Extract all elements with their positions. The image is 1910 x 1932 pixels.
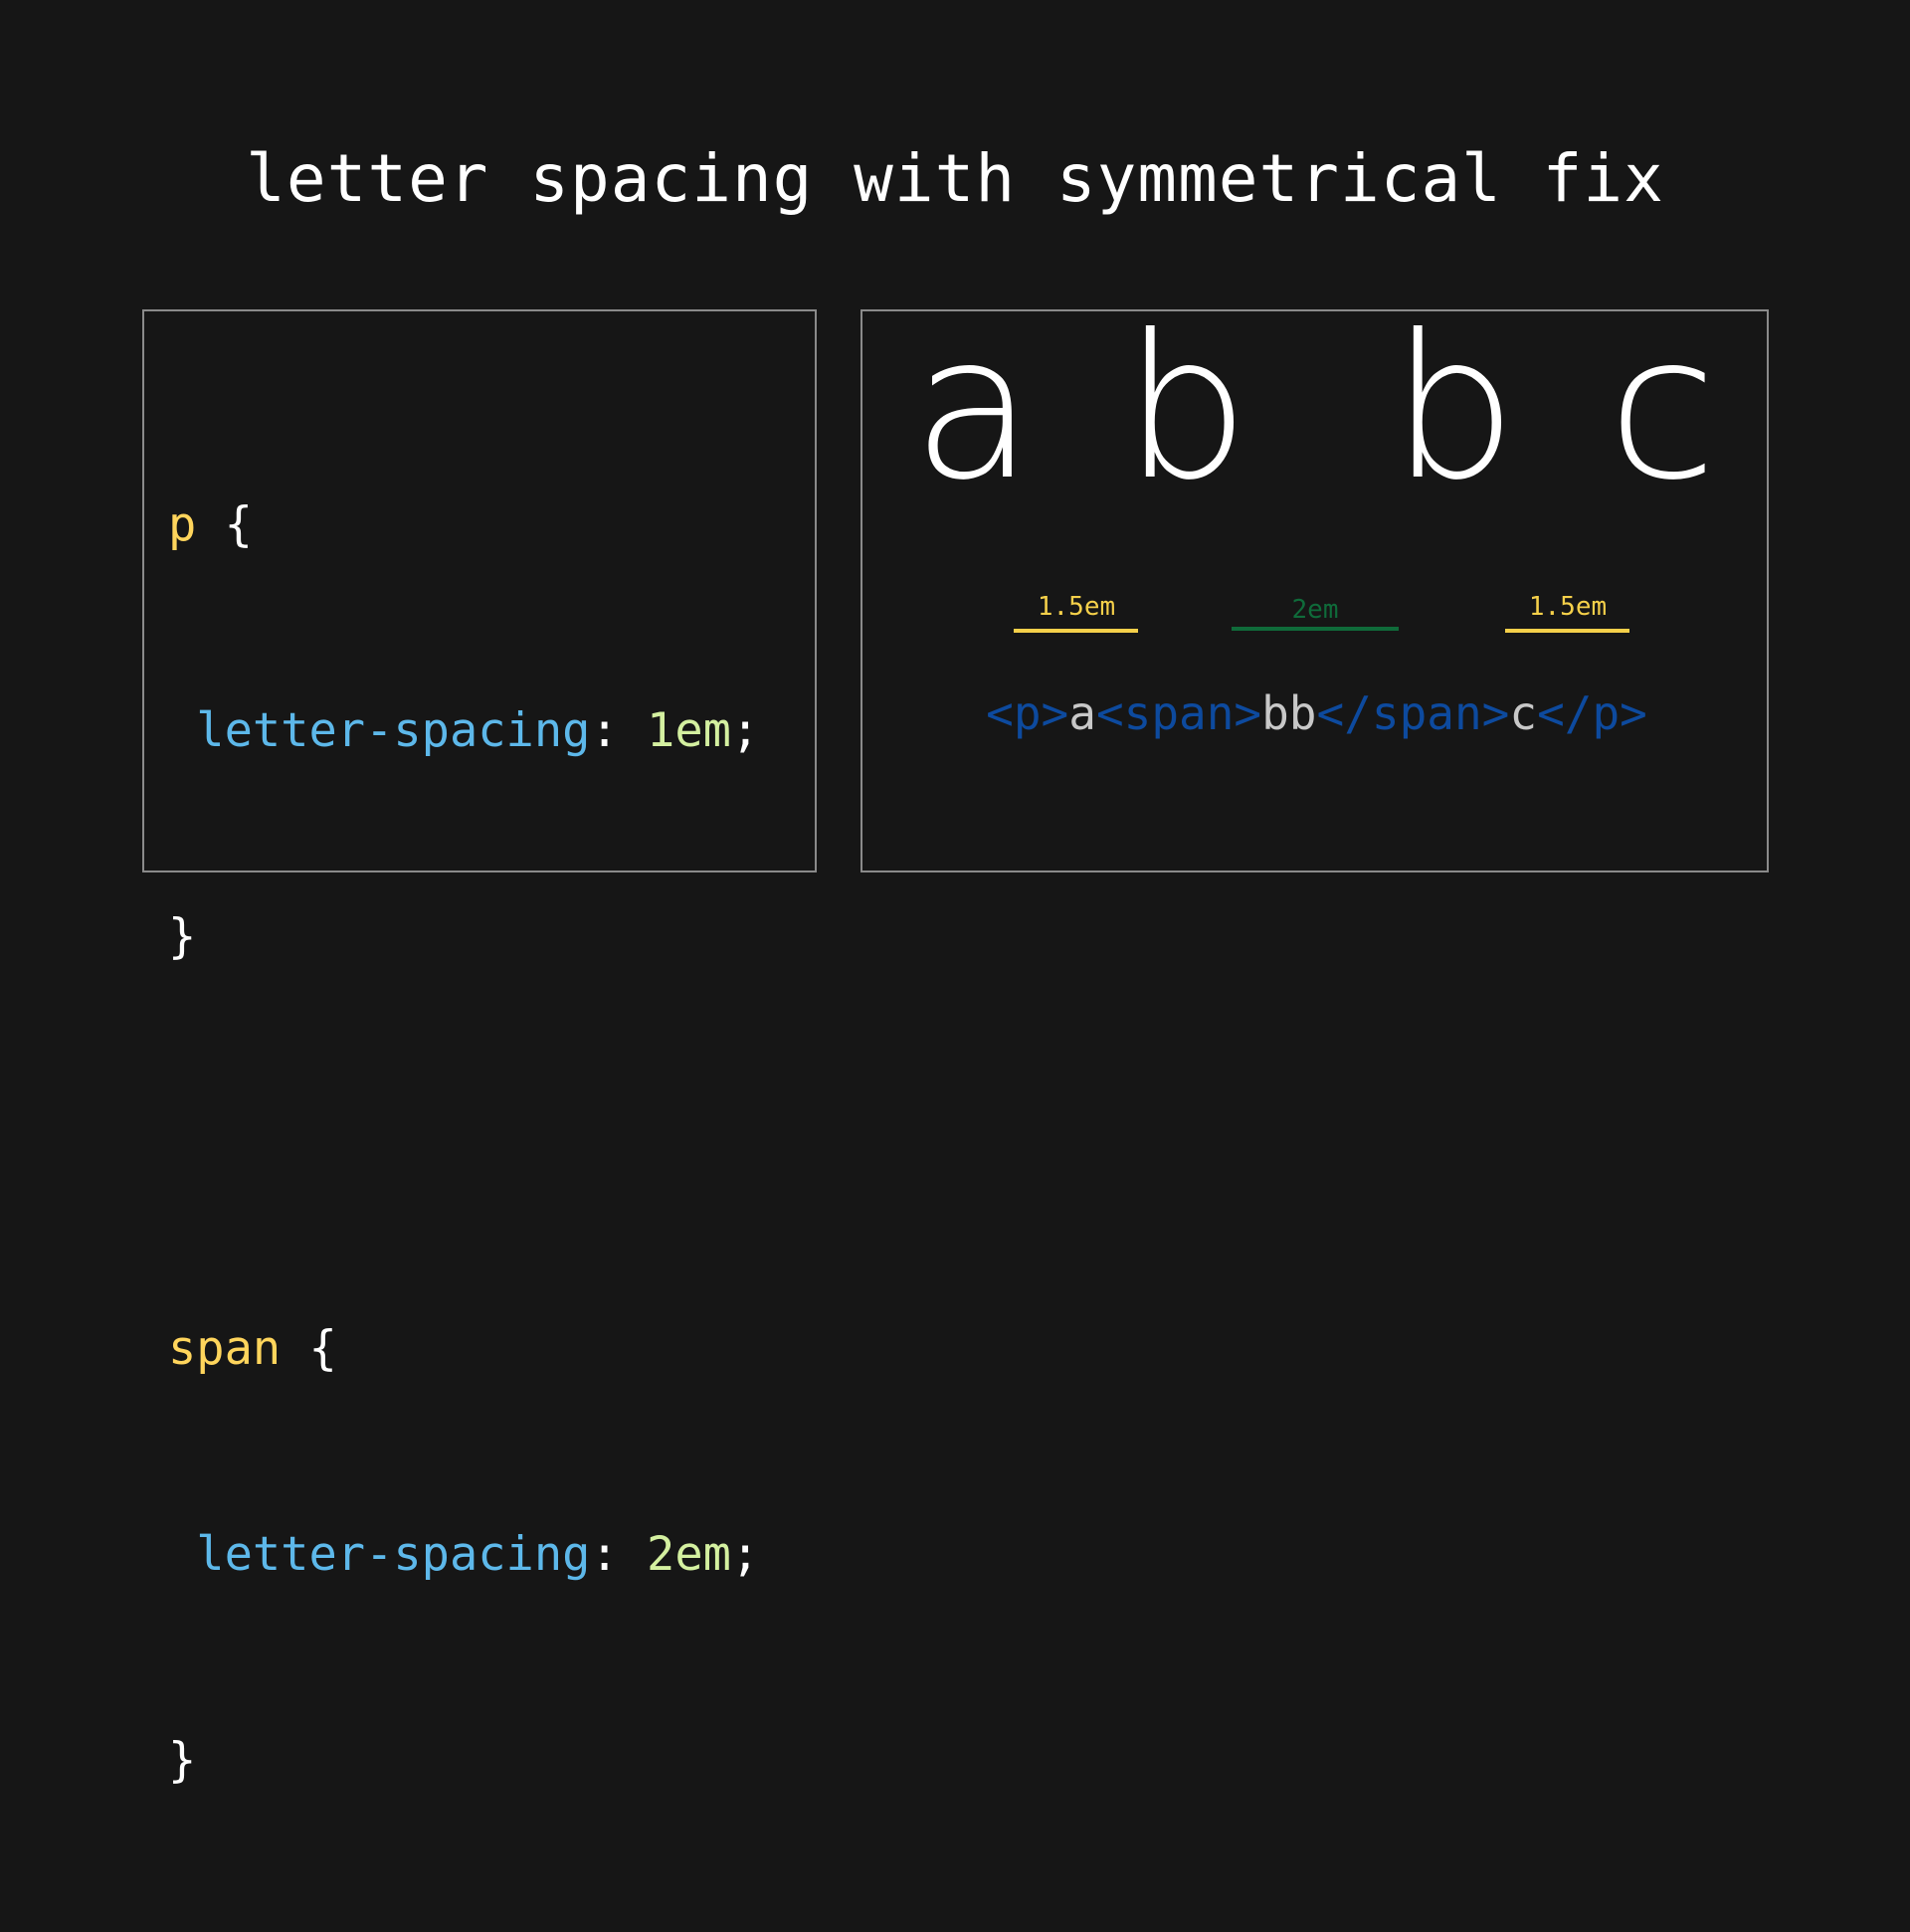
css-selector: p	[168, 497, 197, 552]
gap-marker-2	[1232, 627, 1399, 631]
code-line: letter-spacing: 2em;	[168, 1520, 759, 1589]
gap-label-3: 1.5em	[1528, 592, 1608, 622]
html-text: bb	[1261, 686, 1317, 740]
gap-label-1: 1.5em	[1037, 592, 1116, 622]
code-line: }	[168, 902, 759, 971]
demo-letter-b1: b	[1123, 292, 1249, 524]
css-property: letter-spacing	[196, 703, 591, 758]
html-tag: <p>	[986, 686, 1069, 740]
close-brace: }	[168, 1733, 197, 1788]
css-code-block: p { letter-spacing: 1em; } span { letter…	[168, 353, 759, 1932]
css-value: 2em	[647, 1527, 731, 1582]
colon: :	[590, 1527, 648, 1582]
gap-marker-1	[1014, 629, 1138, 633]
semicolon: ;	[730, 1527, 760, 1582]
html-text: a	[1068, 686, 1096, 740]
open-brace: {	[281, 1321, 337, 1376]
html-tag: </p>	[1537, 686, 1647, 740]
html-text: c	[1509, 686, 1538, 740]
css-value: 1em	[647, 703, 731, 758]
html-tag: <span>	[1095, 686, 1262, 740]
demo-letter-c: c	[1608, 292, 1717, 524]
colon: :	[590, 703, 648, 758]
demo-letter-b2: b	[1391, 292, 1517, 524]
spacing-demo-panel: a b b c 1.5em 2em 1.5em <p>a<span>bb</sp…	[860, 309, 1769, 872]
code-line: }	[168, 1726, 759, 1795]
slide-title: letter spacing with symmetrical fix	[246, 140, 1664, 217]
code-line: letter-spacing: 1em;	[168, 696, 759, 765]
semicolon: ;	[730, 703, 760, 758]
open-brace: {	[196, 497, 253, 552]
demo-letter-a: a	[912, 292, 1035, 524]
html-markup: <p>a<span>bb</span>c</p>	[862, 685, 1771, 741]
html-tag: </span>	[1316, 686, 1510, 740]
css-selector: span	[168, 1321, 282, 1376]
code-line: p {	[168, 490, 759, 559]
code-line: span {	[168, 1314, 759, 1383]
gap-label-2: 2em	[1291, 595, 1339, 625]
css-property: letter-spacing	[196, 1527, 591, 1582]
gap-marker-3	[1505, 629, 1629, 633]
css-code-panel: p { letter-spacing: 1em; } span { letter…	[142, 309, 817, 1788]
close-brace: }	[168, 909, 197, 964]
